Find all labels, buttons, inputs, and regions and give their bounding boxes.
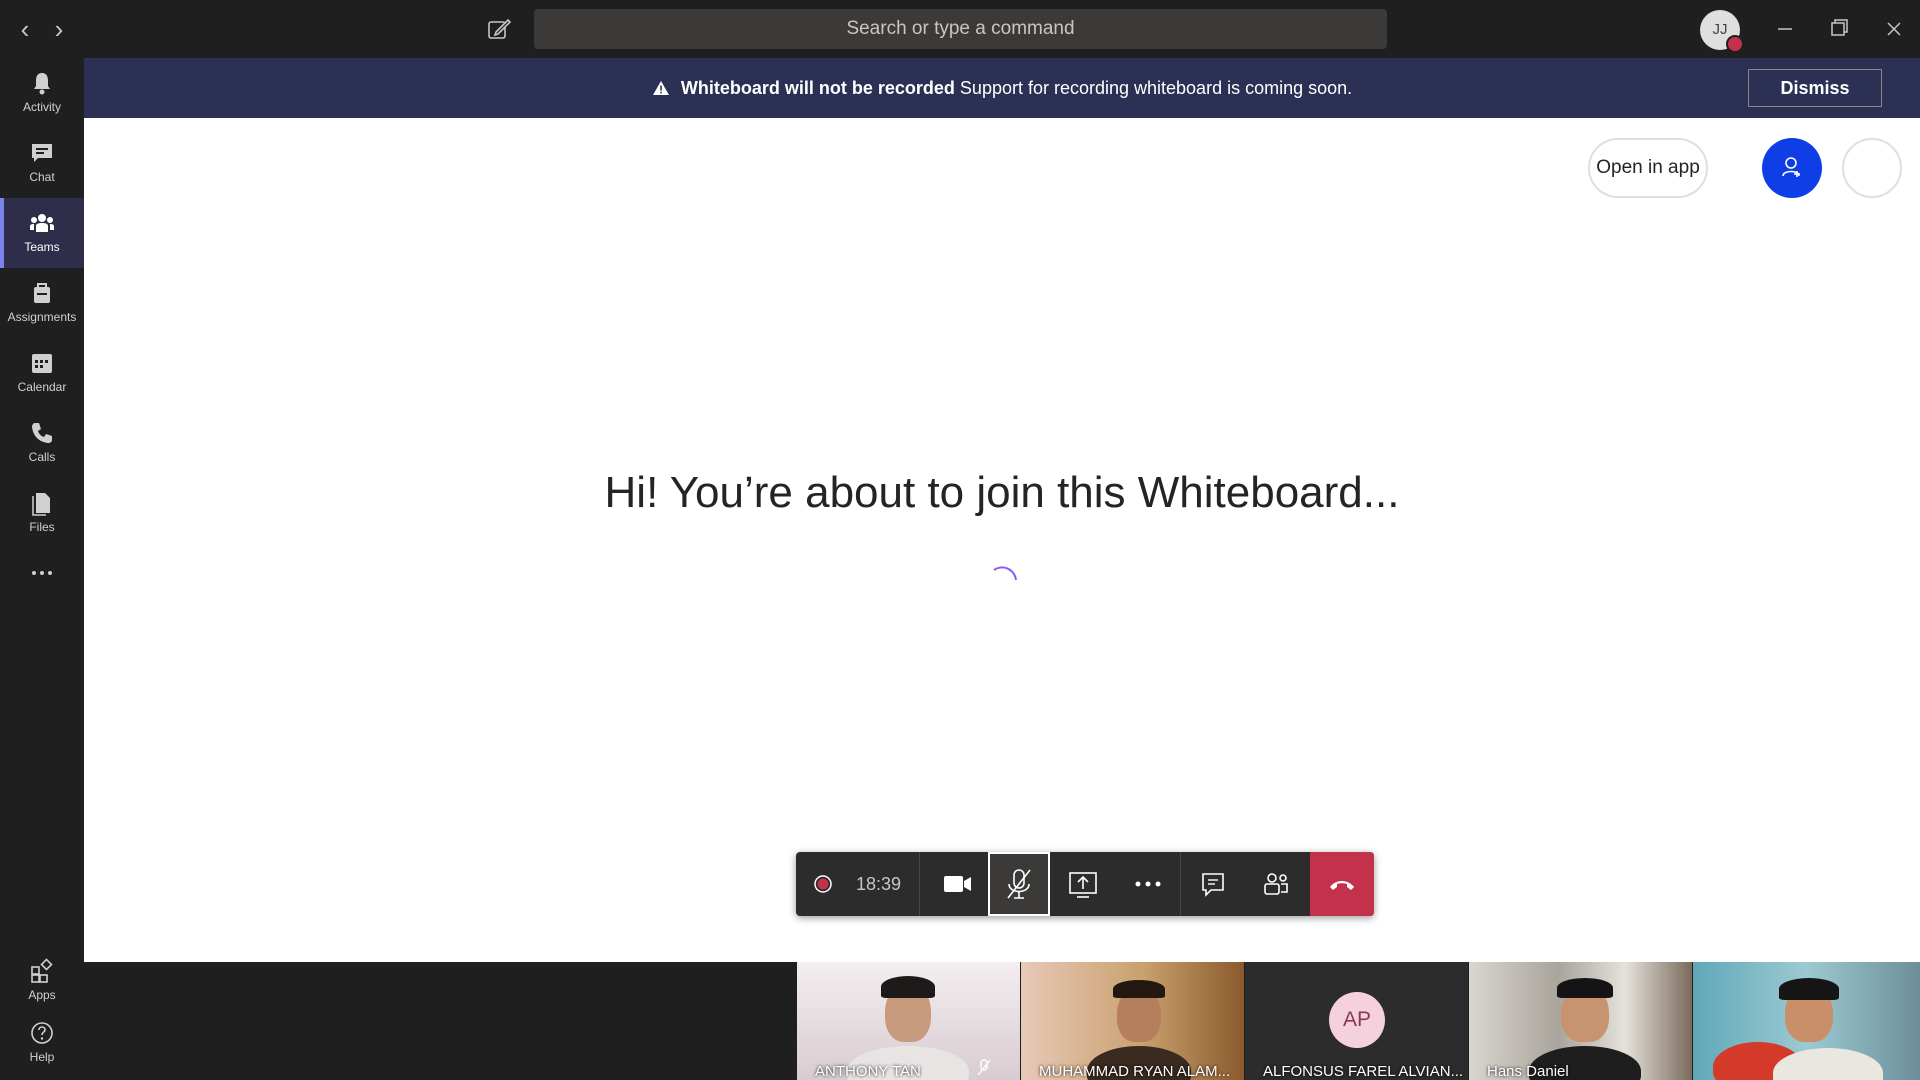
- chat-icon: [32, 144, 52, 162]
- chat-bubble-icon: [1202, 873, 1224, 897]
- help-icon: [31, 1022, 53, 1044]
- microphone-off-icon: [1007, 869, 1031, 899]
- ellipsis-icon: [1135, 881, 1161, 887]
- participant-avatar: AP: [1329, 992, 1385, 1048]
- participant-headset: [1779, 978, 1839, 1000]
- close-icon[interactable]: [1874, 12, 1914, 46]
- rail-label-apps: Apps: [28, 988, 56, 1002]
- status-badge: [1726, 35, 1744, 53]
- rail-item-calendar[interactable]: Calendar: [0, 338, 84, 408]
- teams-icon: [30, 214, 54, 232]
- participant-hair: [1113, 980, 1165, 998]
- loading-spinner-icon: [993, 566, 1017, 581]
- rail-item-calls[interactable]: Calls: [0, 408, 84, 478]
- participant-tile[interactable]: Hans Daniel: [1469, 962, 1692, 1080]
- rail-label-calendar: Calendar: [17, 380, 67, 394]
- notification-banner: Whiteboard will not be recorded Support …: [84, 58, 1920, 118]
- participant-tile[interactable]: AP ALFONSUS FAREL ALVIAN...: [1245, 962, 1468, 1080]
- warning-icon: [652, 81, 669, 95]
- participant-hair: [881, 976, 935, 998]
- minimize-icon[interactable]: [1764, 12, 1804, 46]
- banner-text: Support for recording whiteboard is comi…: [959, 78, 1353, 98]
- participants-button[interactable]: [1245, 852, 1309, 916]
- app-rail: Activity Chat Teams Assignments Calendar…: [0, 58, 84, 1080]
- participant-strip: ANTHONY TAN MUHAMMAD RYAN ALAM... AP ALF…: [84, 962, 1920, 1080]
- bell-icon: [34, 73, 50, 95]
- rail-item-activity[interactable]: Activity: [0, 58, 84, 128]
- dismiss-button[interactable]: Dismiss: [1748, 69, 1882, 107]
- rail-label-activity: Activity: [22, 100, 61, 114]
- rail-item-chat[interactable]: Chat: [0, 128, 84, 198]
- rail-item-teams[interactable]: Teams: [0, 198, 84, 268]
- people-icon: [1264, 873, 1288, 895]
- open-in-app-button[interactable]: Open in app: [1588, 138, 1708, 198]
- hang-up-button[interactable]: [1310, 852, 1374, 916]
- profile-circle-button[interactable]: [1842, 138, 1902, 198]
- controls-divider: [919, 852, 920, 916]
- participant-tile[interactable]: MUHAMMAD RYAN ALAM...: [1021, 962, 1244, 1080]
- video-camera-icon: [944, 876, 971, 892]
- more-apps-button[interactable]: [0, 548, 84, 598]
- apps-icon: [31, 958, 53, 983]
- meeting-controls: 18:39: [796, 852, 1374, 916]
- banner-message: Whiteboard will not be recorded Support …: [84, 58, 1920, 118]
- muted-mic-icon: [977, 1059, 991, 1076]
- rail-label-assignments: Assignments: [7, 310, 77, 324]
- camera-button[interactable]: [926, 852, 988, 916]
- restore-icon[interactable]: [1818, 12, 1858, 46]
- calendar-icon: [32, 354, 52, 373]
- recording-icon: [814, 875, 832, 893]
- share-screen-button[interactable]: [1050, 852, 1116, 916]
- participant-name: ALFONSUS FAREL ALVIAN...: [1263, 1063, 1464, 1080]
- participant-tile[interactable]: ANTHONY TAN: [797, 962, 1020, 1080]
- meeting-chat-button[interactable]: [1181, 852, 1245, 916]
- rail-item-help[interactable]: Help: [0, 1008, 84, 1078]
- more-icon: [32, 571, 52, 575]
- more-actions-button[interactable]: [1116, 852, 1180, 916]
- forward-arrow-icon[interactable]: ›: [44, 14, 74, 44]
- share-tray-icon: [1069, 872, 1097, 898]
- assignments-icon: [34, 283, 50, 303]
- title-bar: ‹ › Search or type a command JJ: [0, 0, 1920, 58]
- back-arrow-icon[interactable]: ‹: [10, 14, 40, 44]
- participant-tile[interactable]: [1693, 962, 1920, 1080]
- participant-name: ANTHONY TAN: [815, 1063, 921, 1080]
- rail-label-files: Files: [29, 520, 55, 534]
- compose-icon[interactable]: [484, 16, 514, 44]
- whiteboard-area: Open in app Hi! You’re about to join thi…: [84, 118, 1920, 962]
- hang-up-icon: [1330, 881, 1354, 890]
- rail-label-calls: Calls: [28, 450, 56, 464]
- rail-label-chat: Chat: [29, 170, 55, 184]
- meeting-timer: 18:39: [856, 874, 902, 894]
- rail-label-teams: Teams: [24, 240, 60, 254]
- join-message: Hi! You’re about to join this Whiteboard…: [604, 468, 1400, 517]
- banner-title: Whiteboard will not be recorded: [680, 78, 955, 98]
- rail-item-apps[interactable]: Apps: [0, 946, 84, 1016]
- files-icon: [32, 493, 50, 516]
- rail-item-assignments[interactable]: Assignments: [0, 268, 84, 338]
- mute-button[interactable]: [988, 852, 1050, 916]
- rail-item-files[interactable]: Files: [0, 478, 84, 548]
- phone-icon: [32, 423, 52, 443]
- participant-hair: [1557, 978, 1613, 998]
- person-add-icon: [1782, 157, 1800, 177]
- rail-label-help: Help: [29, 1050, 55, 1064]
- participant-name: MUHAMMAD RYAN ALAM...: [1039, 1063, 1231, 1080]
- search-input[interactable]: Search or type a command: [534, 9, 1387, 49]
- share-person-button[interactable]: [1762, 138, 1822, 198]
- participant-name: Hans Daniel: [1487, 1063, 1569, 1080]
